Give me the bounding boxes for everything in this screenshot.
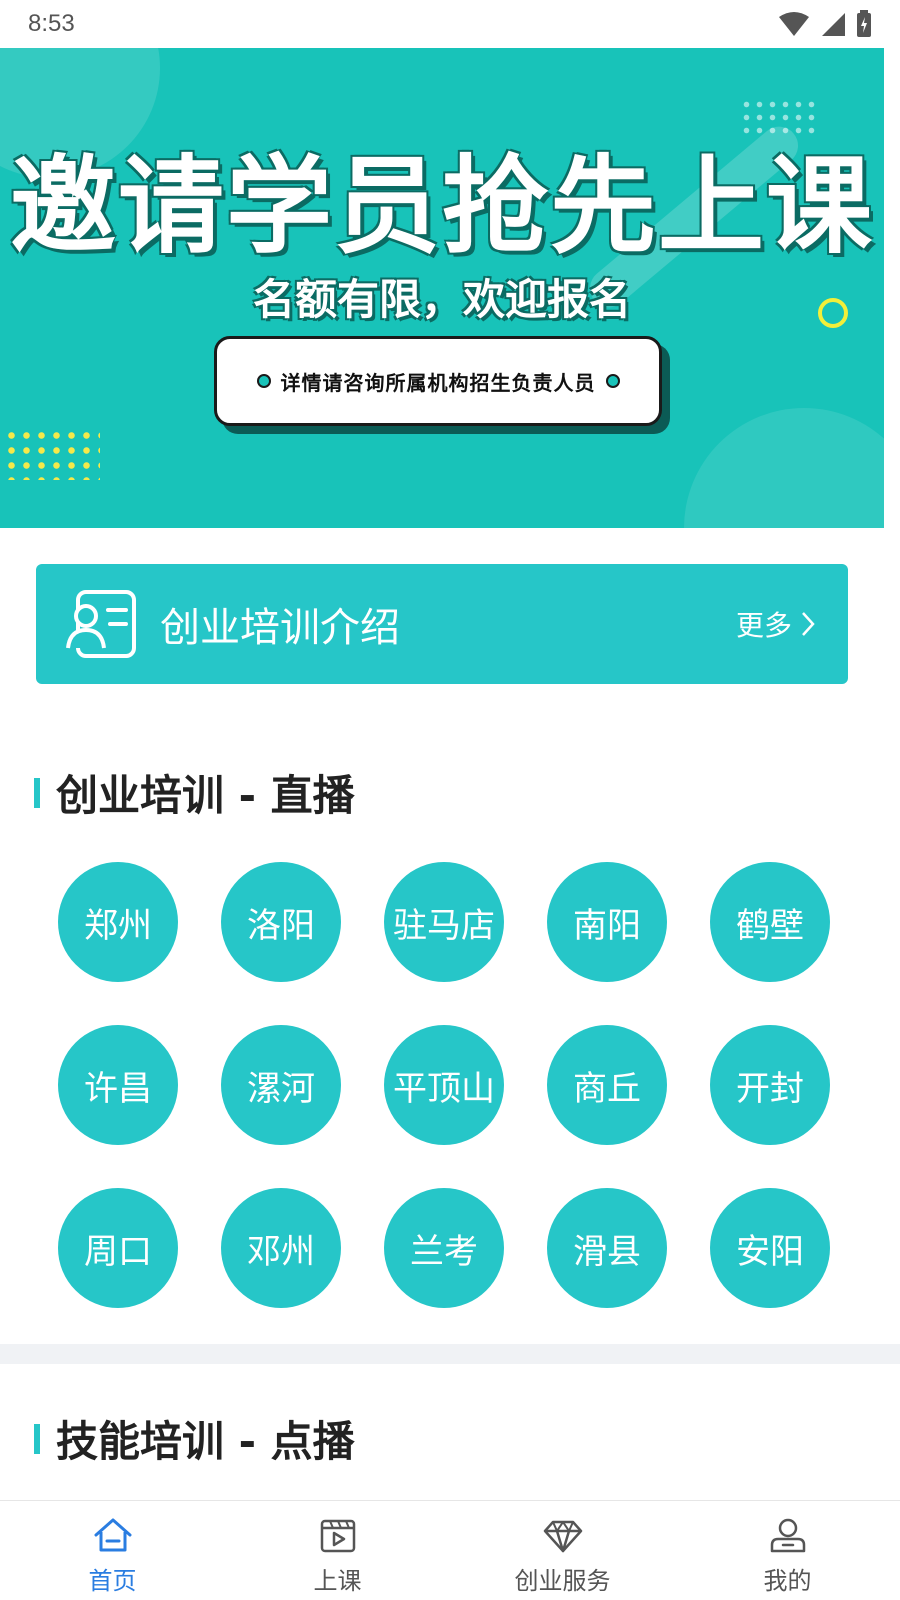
city-button[interactable]: 滑县	[547, 1188, 667, 1308]
profile-card-icon	[66, 590, 136, 658]
status-time: 8:53	[28, 10, 75, 37]
city-button[interactable]: 许昌	[58, 1025, 178, 1145]
city-button[interactable]: 周口	[58, 1188, 178, 1308]
city-button[interactable]: 驻马店	[384, 862, 504, 982]
promo-banner[interactable]: 邀请学员抢先上课 名额有限，欢迎报名 详情请咨询所属机构招生负责人员	[0, 48, 884, 528]
city-button[interactable]: 漯河	[221, 1025, 341, 1145]
banner-dots-pattern	[4, 428, 100, 480]
banner-pill-text: 详情请咨询所属机构招生负责人员	[280, 370, 596, 395]
city-button[interactable]: 郑州	[58, 862, 178, 982]
wifi-icon	[779, 12, 809, 36]
city-button[interactable]: 鹤壁	[710, 862, 830, 982]
vod-section-header: 技能培训 - 点播	[34, 1408, 355, 1469]
pill-dot-icon	[605, 374, 620, 388]
status-bar: 8:53	[0, 0, 900, 48]
chevron-right-icon	[802, 612, 815, 636]
nav-item-class[interactable]: 上课	[225, 1501, 450, 1600]
city-button[interactable]: 洛阳	[221, 862, 341, 982]
diamond-icon	[543, 1520, 582, 1553]
section-divider	[0, 1344, 900, 1364]
nav-item-home[interactable]: 首页	[0, 1501, 225, 1600]
signal-icon	[822, 13, 845, 36]
section-accent-bar	[34, 1423, 40, 1454]
live-section-title: 创业培训 - 直播	[56, 771, 355, 820]
status-icons	[778, 10, 872, 38]
city-button[interactable]: 开封	[710, 1025, 830, 1145]
banner-decoration	[684, 408, 884, 528]
city-button[interactable]: 兰考	[384, 1188, 504, 1308]
user-icon	[770, 1518, 805, 1553]
intro-card-title: 创业培训介绍	[160, 605, 400, 651]
nav-item-services[interactable]: 创业服务	[450, 1501, 675, 1600]
city-grid: 郑州 洛阳 驻马店 南阳 鹤壁 许昌 漯河 平顶山 商丘 开封 周口 邓州 兰考…	[58, 862, 844, 1308]
more-link-label: 更多	[735, 609, 792, 642]
city-button[interactable]: 南阳	[547, 862, 667, 982]
bottom-nav: 首页 上课 创业服务 我的	[0, 1500, 900, 1600]
live-section-header: 创业培训 - 直播	[34, 762, 355, 823]
video-icon	[320, 1519, 355, 1553]
pill-dot-icon	[256, 374, 271, 388]
home-icon	[94, 1518, 131, 1552]
section-accent-bar	[34, 777, 40, 808]
city-button[interactable]: 邓州	[221, 1188, 341, 1308]
nav-label-services: 创业服务	[514, 1567, 611, 1595]
banner-pill: 详情请咨询所属机构招生负责人员	[214, 336, 662, 426]
nav-label-class: 上课	[313, 1567, 362, 1595]
city-button[interactable]: 安阳	[710, 1188, 830, 1308]
nav-label-home: 首页	[88, 1567, 137, 1595]
banner-subtitle: 名额有限，欢迎报名	[252, 275, 631, 324]
vod-section-title: 技能培训 - 点播	[56, 1417, 355, 1466]
nav-label-mine: 我的	[763, 1567, 812, 1595]
battery-icon	[857, 10, 871, 37]
city-button[interactable]: 平顶山	[384, 1025, 504, 1145]
more-link[interactable]: 更多	[736, 604, 816, 644]
city-button[interactable]: 商丘	[547, 1025, 667, 1145]
intro-card[interactable]: 创业培训介绍 更多	[36, 564, 848, 684]
banner-title: 邀请学员抢先上课	[10, 145, 874, 268]
nav-item-mine[interactable]: 我的	[675, 1501, 900, 1600]
